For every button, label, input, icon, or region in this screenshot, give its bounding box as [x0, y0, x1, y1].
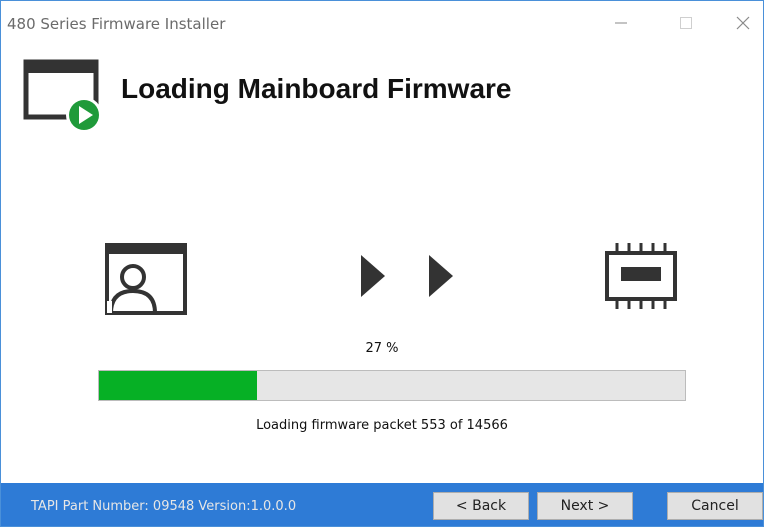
progress-bar: [98, 370, 686, 401]
window-play-icon: [21, 57, 105, 137]
status-text: Loading firmware packet 553 of 14566: [256, 418, 508, 433]
play-arrow-icon: [359, 253, 387, 299]
page-title: Loading Mainboard Firmware: [121, 73, 512, 104]
minimize-icon[interactable]: [601, 9, 641, 37]
maximize-icon[interactable]: [667, 9, 707, 37]
close-icon[interactable]: [723, 9, 763, 37]
installer-window: 480 Series Firmware Installer Loading Ma…: [0, 0, 764, 527]
window-title: 480 Series Firmware Installer: [7, 15, 226, 33]
progress-percent: 27 %: [365, 341, 399, 356]
user-window-icon: [103, 241, 189, 317]
cancel-button[interactable]: Cancel: [667, 492, 763, 520]
title-bar: 480 Series Firmware Installer: [1, 1, 763, 41]
back-button[interactable]: < Back: [433, 492, 529, 520]
next-button[interactable]: Next >: [537, 492, 633, 520]
part-info: TAPI Part Number: 09548 Version:1.0.0.0: [31, 499, 297, 514]
chip-icon: [599, 241, 683, 311]
footer-bar: TAPI Part Number: 09548 Version:1.0.0.0 …: [1, 483, 763, 526]
play-arrow-icon: [427, 253, 455, 299]
progress-bar-fill: [99, 371, 258, 400]
